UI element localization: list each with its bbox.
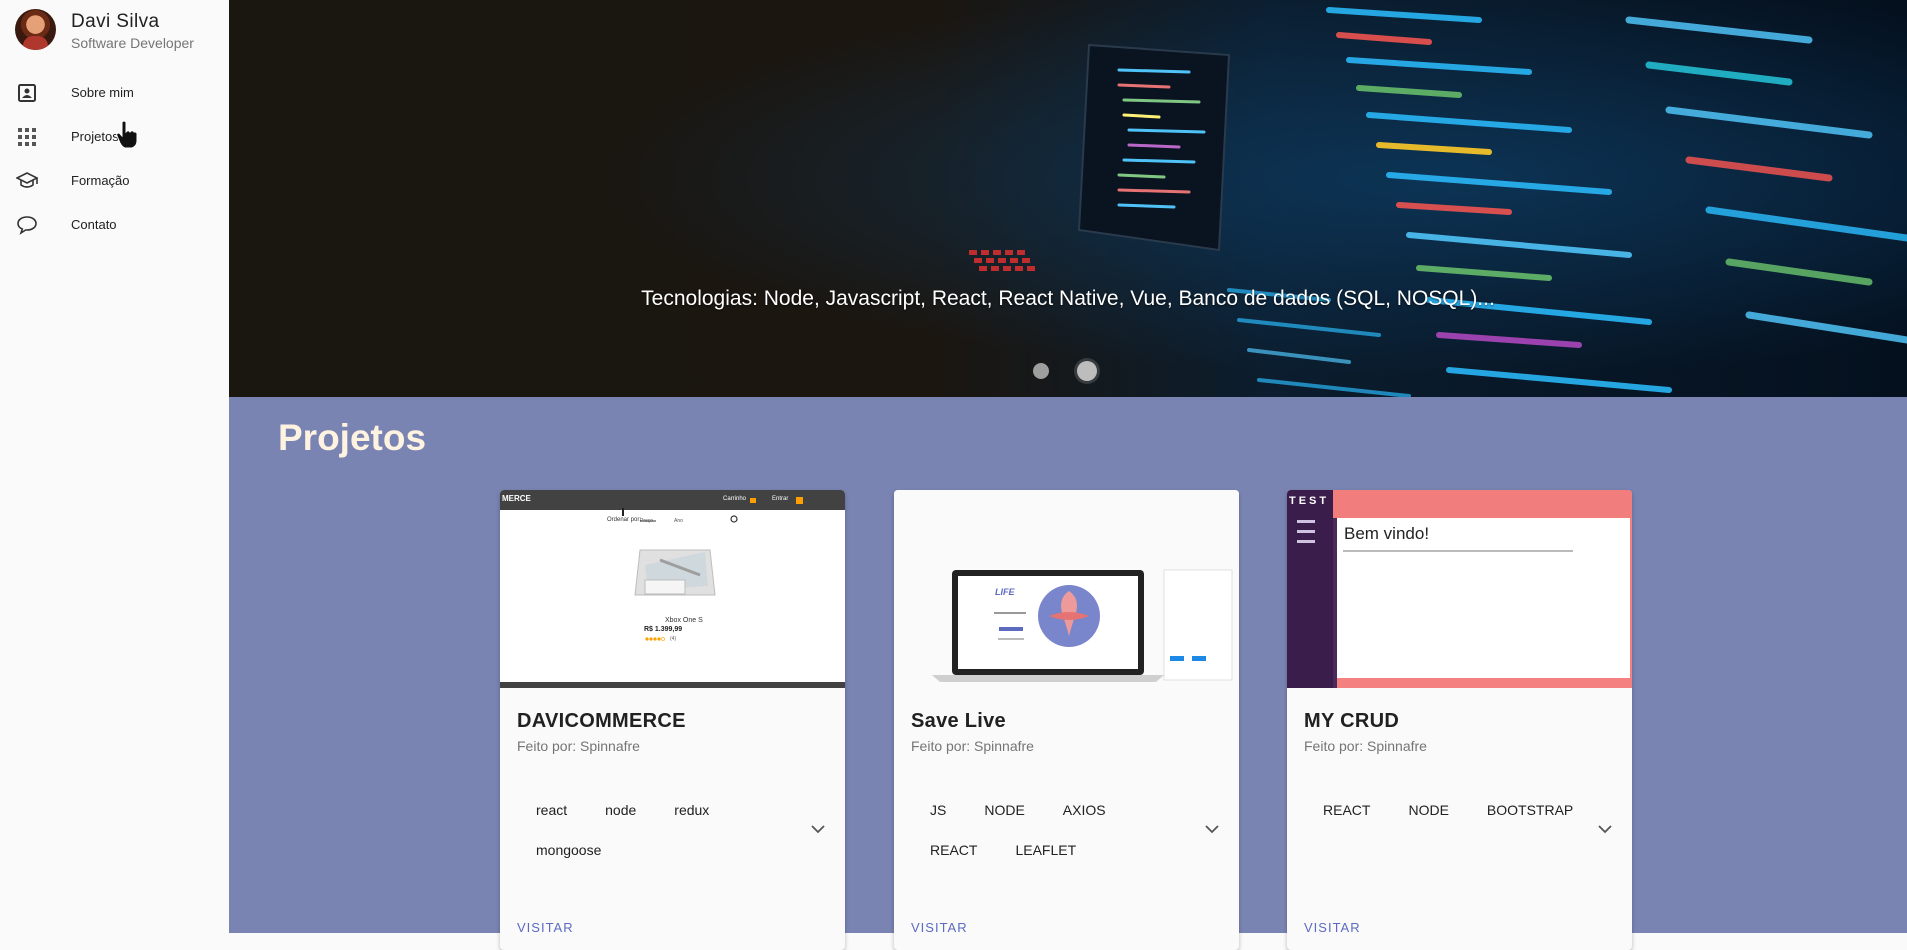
avatar[interactable] <box>15 9 56 50</box>
card-subtitle: Feito por: Spinnafre <box>911 738 1034 754</box>
carousel-indicators <box>1033 361 1097 381</box>
davicommerce-screenshot <box>500 490 845 688</box>
tag-chip[interactable]: REACT <box>1304 790 1389 830</box>
sidebar-nav: Sobre mim Projetos Formação Contato <box>0 70 229 246</box>
tag-list: react node redux mongoose <box>517 790 807 870</box>
project-thumbnail[interactable]: LIFE <box>894 490 1239 688</box>
project-card-my-crud: TEST Bem vindo! MY CRUD Feito por: Spinn… <box>1287 490 1632 950</box>
save-live-screenshot <box>894 490 1239 688</box>
tag-list: REACT NODE BOOTSTRAP <box>1304 790 1594 830</box>
profile-role: Software Developer <box>71 35 194 51</box>
thumb-login-label: Entrar <box>772 496 789 502</box>
sidebar-item-formacao[interactable]: Formação <box>0 158 229 202</box>
chevron-down-icon[interactable] <box>1596 820 1614 838</box>
carousel-dot-2[interactable] <box>1077 361 1097 381</box>
thumb-sort-label: Ordenar por: <box>607 517 642 523</box>
carousel-dot-1[interactable] <box>1033 363 1049 379</box>
tag-chip[interactable]: NODE <box>965 790 1043 830</box>
projects-section: Projetos MERCE Carrinho Entrar Ordenar p… <box>229 397 1907 950</box>
chevron-down-icon[interactable] <box>1203 820 1221 838</box>
sidebar: Davi Silva Software Developer Sobre mim … <box>0 0 229 933</box>
sidebar-item-contato[interactable]: Contato <box>0 202 229 246</box>
project-thumbnail[interactable]: MERCE Carrinho Entrar Ordenar por: Preço… <box>500 490 845 688</box>
thumb-product-reviews: (4) <box>670 636 677 642</box>
section-title: Projetos <box>278 417 427 458</box>
thumb-sort-price: Preço <box>640 518 654 524</box>
tag-chip[interactable]: mongoose <box>517 830 620 870</box>
tag-chip[interactable]: node <box>586 790 655 830</box>
thumb-heading: Bem vindo! <box>1344 524 1430 543</box>
thumb-brand: MERCE <box>502 494 531 503</box>
tag-chip[interactable]: AXIOS <box>1044 790 1125 830</box>
tag-chip[interactable]: LEAFLET <box>996 830 1095 870</box>
tag-chip[interactable]: redux <box>655 790 728 830</box>
sidebar-item-label: Projetos <box>71 128 119 144</box>
hero-carousel[interactable]: Tecnologias: Node, Javascript, React, Re… <box>229 0 1907 397</box>
card-title: Save Live <box>911 710 1006 732</box>
tag-chip[interactable]: NODE <box>1389 790 1467 830</box>
thumb-sort-year: Ano <box>674 518 683 524</box>
thumb-product-price: R$ 1.399,99 <box>644 626 683 633</box>
contact-card-icon <box>16 82 38 104</box>
hero-code-image <box>229 0 1907 397</box>
sidebar-item-label: Sobre mim <box>71 84 134 100</box>
sidebar-item-label: Formação <box>71 172 130 188</box>
sidebar-item-label: Contato <box>71 216 117 232</box>
tag-chip[interactable]: react <box>517 790 586 830</box>
thumb-product-name: Xbox One S <box>665 617 703 624</box>
card-title: MY CRUD <box>1304 710 1400 732</box>
project-thumbnail[interactable]: TEST Bem vindo! <box>1287 490 1632 688</box>
graduation-cap-icon <box>16 170 38 192</box>
project-card-davicommerce: MERCE Carrinho Entrar Ordenar por: Preço… <box>500 490 845 950</box>
grid-apps-icon <box>16 126 38 148</box>
profile-name: Davi Silva <box>71 11 160 32</box>
chevron-down-icon[interactable] <box>809 820 827 838</box>
project-card-save-live: LIFE Save Live Feito por: Spinnafre JS N… <box>894 490 1239 950</box>
hero-caption: Tecnologias: Node, Javascript, React, Re… <box>641 287 1495 310</box>
sidebar-item-sobre-mim[interactable]: Sobre mim <box>0 70 229 114</box>
tag-chip[interactable]: JS <box>911 790 965 830</box>
tag-list: JS NODE AXIOS REACT LEAFLET <box>911 790 1201 870</box>
my-crud-screenshot <box>1287 490 1632 688</box>
tag-chip[interactable]: REACT <box>911 830 996 870</box>
tag-chip[interactable]: BOOTSTRAP <box>1468 790 1592 830</box>
card-subtitle: Feito por: Spinnafre <box>1304 738 1427 754</box>
thumb-logo: LIFE <box>995 587 1015 597</box>
card-title: DAVICOMMERCE <box>517 710 686 732</box>
thumb-brand: TEST <box>1289 495 1330 507</box>
thumb-cart-label: Carrinho <box>723 496 747 502</box>
hand-cursor-icon <box>116 120 138 149</box>
sidebar-item-projetos[interactable]: Projetos <box>0 114 229 158</box>
profile-header: Davi Silva Software Developer <box>15 9 194 51</box>
chat-bubble-icon <box>16 214 38 236</box>
card-subtitle: Feito por: Spinnafre <box>517 738 640 754</box>
